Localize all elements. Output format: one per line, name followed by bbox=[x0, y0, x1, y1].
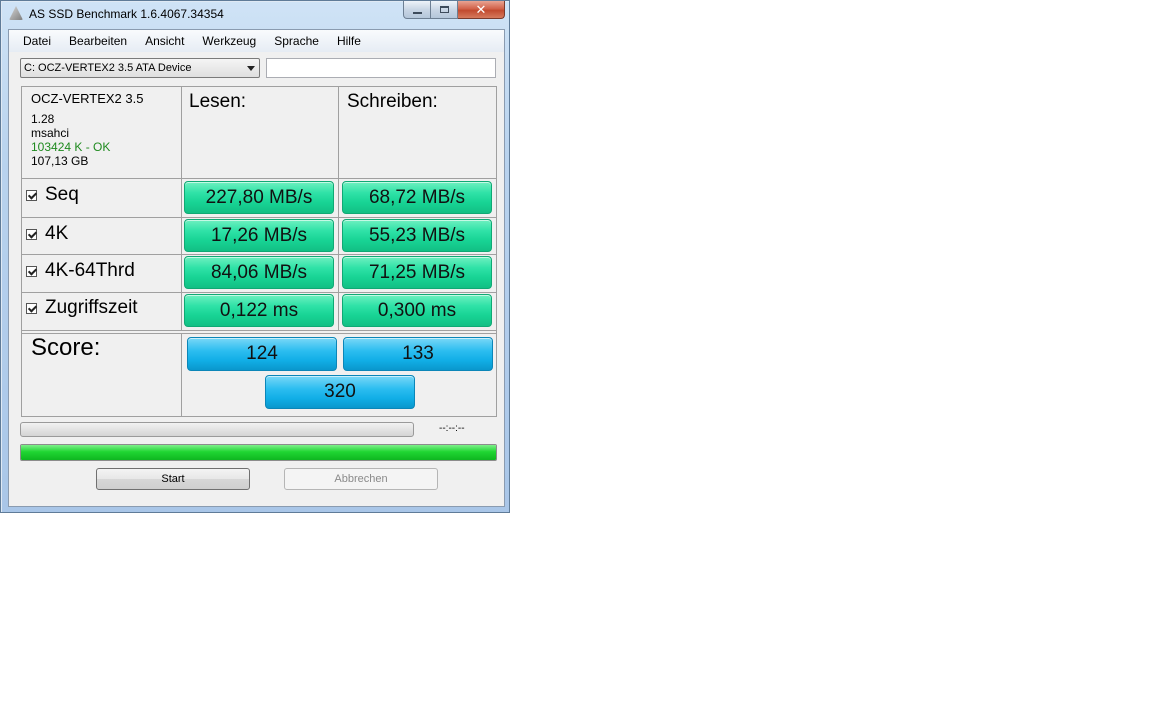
device-dropdown[interactable]: C: OCZ-VERTEX2 3.5 ATA Device bbox=[20, 58, 260, 78]
drive-capacity: 107,13 GB bbox=[31, 154, 89, 168]
drive-alignment: 103424 K - OK bbox=[31, 140, 111, 154]
results-grid: OCZ-VERTEX2 3.5 1.28 msahci 103424 K - O… bbox=[21, 86, 497, 417]
close-button[interactable]: ✕ bbox=[458, 1, 505, 19]
write-score: 133 bbox=[343, 337, 493, 371]
row-label: Zugriffszeit bbox=[45, 297, 138, 318]
device-dropdown-value: C: OCZ-VERTEX2 3.5 ATA Device bbox=[24, 62, 192, 74]
menu-ansicht[interactable]: Ansicht bbox=[136, 30, 193, 52]
4k-64thrd-read-value: 84,06 MB/s bbox=[184, 256, 334, 289]
grid-divider bbox=[22, 178, 496, 179]
minimize-icon bbox=[412, 11, 422, 14]
row-zugriffszeit: Zugriffszeit bbox=[26, 297, 138, 319]
row-4k: 4K bbox=[26, 223, 68, 245]
row-label: Seq bbox=[45, 184, 79, 205]
seq-checkbox[interactable] bbox=[26, 189, 37, 201]
drive-firmware: 1.28 bbox=[31, 112, 55, 126]
menu-bar: Datei Bearbeiten Ansicht Werkzeug Sprach… bbox=[9, 30, 504, 52]
window-controls: ✕ bbox=[403, 1, 505, 20]
info-field bbox=[266, 58, 496, 78]
zugriffszeit-read-value: 0,122 ms bbox=[184, 294, 334, 327]
chevron-down-icon bbox=[247, 66, 255, 71]
zugriffszeit-checkbox[interactable] bbox=[26, 302, 37, 314]
minimize-button[interactable] bbox=[403, 1, 431, 19]
write-column-header: Schreiben: bbox=[347, 91, 438, 112]
row-label: 4K-64Thrd bbox=[45, 260, 135, 281]
grid-divider bbox=[181, 333, 182, 416]
window-title: AS SSD Benchmark 1.6.4067.34354 bbox=[29, 7, 224, 21]
maximize-icon bbox=[439, 6, 449, 13]
4k-64thrd-checkbox[interactable] bbox=[26, 265, 37, 277]
grid-divider bbox=[22, 254, 496, 255]
4k-write-value: 55,23 MB/s bbox=[342, 219, 492, 252]
row-4k-64thrd: 4K-64Thrd bbox=[26, 260, 135, 282]
grid-divider bbox=[22, 330, 496, 331]
menu-datei[interactable]: Datei bbox=[9, 30, 60, 52]
row-seq: Seq bbox=[26, 184, 79, 206]
drive-info: OCZ-VERTEX2 3.5 1.28 msahci 103424 K - O… bbox=[31, 91, 144, 169]
test-progress-bar bbox=[20, 422, 414, 437]
4k-checkbox[interactable] bbox=[26, 228, 37, 240]
client-area: Datei Bearbeiten Ansicht Werkzeug Sprach… bbox=[8, 29, 505, 507]
read-column-header: Lesen: bbox=[189, 91, 247, 112]
app-window: AS SSD Benchmark 1.6.4067.34354 ✕ Datei … bbox=[0, 0, 510, 513]
grid-divider bbox=[22, 292, 496, 293]
total-score: 320 bbox=[265, 375, 415, 409]
menu-sprache[interactable]: Sprache bbox=[265, 30, 328, 52]
app-icon bbox=[9, 6, 23, 20]
seq-write-value: 68,72 MB/s bbox=[342, 181, 492, 214]
drive-driver: msahci bbox=[31, 126, 70, 140]
grid-divider bbox=[22, 217, 496, 218]
grid-divider bbox=[181, 87, 182, 330]
total-progress-fill bbox=[21, 445, 496, 460]
menu-werkzeug[interactable]: Werkzeug bbox=[193, 30, 265, 52]
start-button[interactable]: Start bbox=[96, 468, 250, 490]
cancel-button[interactable]: Abbrechen bbox=[284, 468, 438, 490]
score-label: Score: bbox=[31, 334, 101, 361]
total-progress-bar bbox=[20, 444, 497, 461]
menu-hilfe[interactable]: Hilfe bbox=[328, 30, 370, 52]
read-score: 124 bbox=[187, 337, 337, 371]
seq-read-value: 227,80 MB/s bbox=[184, 181, 334, 214]
maximize-button[interactable] bbox=[431, 1, 458, 19]
row-label: 4K bbox=[45, 223, 69, 244]
menu-bearbeiten[interactable]: Bearbeiten bbox=[60, 30, 136, 52]
zugriffszeit-write-value: 0,300 ms bbox=[342, 294, 492, 327]
elapsed-time: --:--:-- bbox=[439, 423, 465, 434]
title-bar[interactable]: AS SSD Benchmark 1.6.4067.34354 ✕ bbox=[1, 1, 509, 27]
drive-name: OCZ-VERTEX2 3.5 bbox=[31, 91, 144, 106]
grid-divider bbox=[338, 87, 339, 330]
4k-64thrd-write-value: 71,25 MB/s bbox=[342, 256, 492, 289]
4k-read-value: 17,26 MB/s bbox=[184, 219, 334, 252]
close-icon: ✕ bbox=[475, 1, 487, 17]
